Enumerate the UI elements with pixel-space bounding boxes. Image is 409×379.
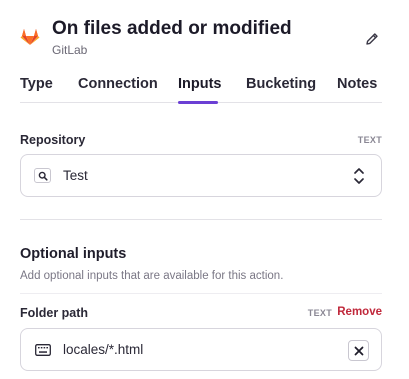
- tab-notes[interactable]: Notes: [337, 76, 377, 92]
- edit-button[interactable]: [359, 26, 385, 52]
- clear-folder-path-button[interactable]: [348, 340, 369, 361]
- folder-path-type-tag: TEXT: [307, 308, 332, 318]
- tab-bucketing[interactable]: Bucketing: [246, 76, 316, 92]
- tab-connection[interactable]: Connection: [78, 76, 158, 92]
- trigger-header: On files added or modified GitLab: [20, 16, 389, 60]
- optional-inputs-description: Add optional inputs that are available f…: [20, 270, 284, 282]
- keyboard-icon: [34, 342, 52, 357]
- repository-label: Repository: [20, 133, 86, 147]
- active-tab-indicator: [178, 101, 218, 104]
- repository-value: Test: [63, 168, 88, 183]
- integration-name: GitLab: [52, 43, 88, 57]
- folder-path-field[interactable]: locales/*.html: [20, 328, 382, 371]
- folder-path-value: locales/*.html: [63, 342, 144, 357]
- repository-select[interactable]: Test: [20, 154, 382, 197]
- pencil-icon: [366, 33, 378, 45]
- tab-type[interactable]: Type: [20, 76, 53, 92]
- tab-bar: Type Connection Inputs Bucketing Notes: [20, 70, 382, 104]
- remove-folder-path-button[interactable]: Remove: [337, 306, 382, 318]
- section-divider: [20, 219, 382, 220]
- page-title: On files added or modified: [52, 18, 292, 39]
- folder-path-label: Folder path: [20, 306, 89, 320]
- optional-inputs-title: Optional inputs: [20, 246, 127, 262]
- chevron-up-down-icon[interactable]: [349, 165, 369, 187]
- repository-type-tag: TEXT: [357, 135, 382, 145]
- tab-inputs[interactable]: Inputs: [178, 76, 222, 92]
- search-icon: [34, 168, 51, 183]
- gitlab-logo-icon: [20, 29, 40, 45]
- close-icon: [354, 346, 363, 355]
- optional-inputs-divider: [20, 293, 382, 294]
